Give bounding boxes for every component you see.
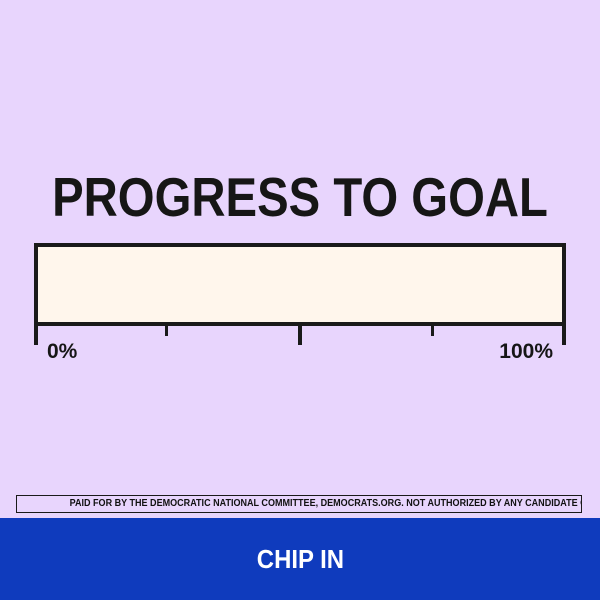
- progress-scale: [34, 325, 566, 347]
- paid-for-disclaimer: PAID FOR BY THE DEMOCRATIC NATIONAL COMM…: [16, 495, 582, 513]
- scale-label-end: 100%: [499, 340, 553, 363]
- scale-tick-50: [298, 325, 302, 345]
- progress-bar: [34, 243, 566, 326]
- scale-label-start: 0%: [47, 340, 78, 363]
- scale-tick-75: [431, 325, 434, 336]
- scale-tick-25: [165, 325, 168, 336]
- scale-tick-0: [34, 325, 38, 345]
- disclaimer-text: PAID FOR BY THE DEMOCRATIC NATIONAL COMM…: [69, 497, 581, 509]
- chip-in-button[interactable]: CHIP IN: [0, 518, 600, 600]
- page-title: PROGRESS TO GOAL: [52, 166, 548, 228]
- scale-tick-100: [562, 325, 566, 345]
- chip-in-label: CHIP IN: [256, 544, 344, 574]
